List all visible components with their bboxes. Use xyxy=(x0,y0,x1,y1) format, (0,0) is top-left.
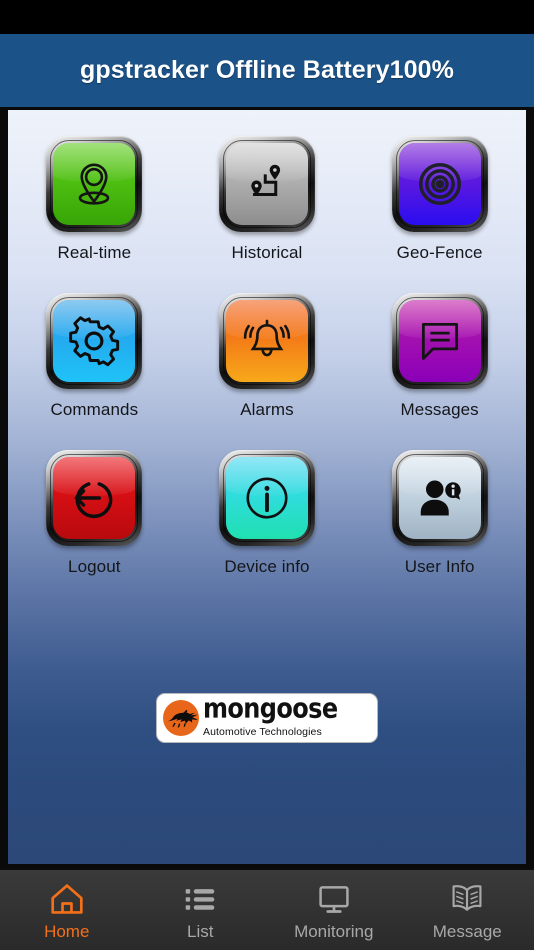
grid-item-label: Device info xyxy=(224,557,310,576)
grid-item-messages[interactable]: Messages xyxy=(353,293,526,450)
grid-item-label: Logout xyxy=(68,557,121,576)
icon-face xyxy=(398,143,481,225)
grid-item-logout[interactable]: Logout xyxy=(8,450,181,607)
grid-item-label: Real-time xyxy=(57,243,132,262)
icon-frame xyxy=(46,136,143,232)
tab-message[interactable]: Message xyxy=(401,870,534,950)
grid-item-commands[interactable]: Commands xyxy=(8,293,181,450)
gear-icon xyxy=(66,313,122,369)
icon-frame xyxy=(391,450,488,546)
grid-item-label: Historical xyxy=(231,243,303,262)
app-screen: gpstracker Offline Battery100% Real-time… xyxy=(0,0,534,950)
grid-item-alarms[interactable]: Alarms xyxy=(181,293,354,450)
info-circle-icon xyxy=(239,470,295,526)
app-header: gpstracker Offline Battery100% xyxy=(0,34,534,107)
icon-frame xyxy=(218,293,315,389)
logo-tagline: Automotive Technologies xyxy=(203,726,322,739)
icon-frame xyxy=(391,293,488,389)
icon-frame xyxy=(218,136,315,232)
icon-face xyxy=(225,143,308,225)
bottom-tab-bar: Home List Monitoring Message xyxy=(0,868,534,950)
grid-item-geo-fence[interactable]: Geo-Fence xyxy=(353,136,526,293)
icon-face xyxy=(398,457,481,539)
icon-face xyxy=(398,300,481,382)
target-rings-icon xyxy=(412,156,468,212)
tab-label: Monitoring xyxy=(294,922,374,941)
icon-frame xyxy=(46,293,143,389)
mongoose-mark-icon xyxy=(163,697,205,739)
grid-item-historical[interactable]: Historical xyxy=(181,136,354,293)
icon-face xyxy=(53,300,136,382)
icon-frame xyxy=(391,136,488,232)
user-info-icon xyxy=(412,470,468,526)
logo-text: mongoose Automotive Technologies xyxy=(203,694,338,739)
main-content: Real-time Historical Geo-Fence Commands … xyxy=(0,107,534,868)
speech-bubble-icon xyxy=(412,313,468,369)
power-exit-icon xyxy=(66,470,122,526)
grid-item-label: Geo-Fence xyxy=(396,243,483,262)
icon-face xyxy=(53,457,136,539)
grid-item-label: User Info xyxy=(404,557,475,576)
monitor-icon xyxy=(316,882,352,916)
status-bar xyxy=(0,0,534,34)
icon-face xyxy=(225,457,308,539)
book-icon xyxy=(449,882,485,916)
brand-logo-area: mongoose Automotive Technologies xyxy=(8,693,526,743)
bell-icon xyxy=(239,313,295,369)
icon-face xyxy=(53,143,136,225)
icon-grid: Real-time Historical Geo-Fence Commands … xyxy=(8,136,526,607)
grid-item-label: Commands xyxy=(50,400,139,419)
icon-frame xyxy=(46,450,143,546)
tab-label: Home xyxy=(44,922,90,941)
home-icon xyxy=(49,882,85,916)
list-icon xyxy=(182,882,218,916)
tab-list[interactable]: List xyxy=(134,870,268,950)
tab-monitoring[interactable]: Monitoring xyxy=(267,870,401,950)
route-history-icon xyxy=(239,156,295,212)
icon-face xyxy=(225,300,308,382)
logo-wordmark: mongoose xyxy=(203,693,338,725)
tab-label: List xyxy=(187,922,214,941)
tab-label: Message xyxy=(432,922,502,941)
grid-item-real-time[interactable]: Real-time xyxy=(8,136,181,293)
tab-home[interactable]: Home xyxy=(0,870,134,950)
mongoose-logo: mongoose Automotive Technologies xyxy=(156,693,378,743)
content-background: Real-time Historical Geo-Fence Commands … xyxy=(8,110,526,864)
map-pin-icon xyxy=(66,156,122,212)
icon-frame xyxy=(218,450,315,546)
grid-item-label: Messages xyxy=(400,400,479,419)
grid-item-device-info[interactable]: Device info xyxy=(181,450,354,607)
grid-item-label: Alarms xyxy=(240,400,294,419)
grid-item-user-info[interactable]: User Info xyxy=(353,450,526,607)
page-title: gpstracker Offline Battery100% xyxy=(80,56,454,84)
